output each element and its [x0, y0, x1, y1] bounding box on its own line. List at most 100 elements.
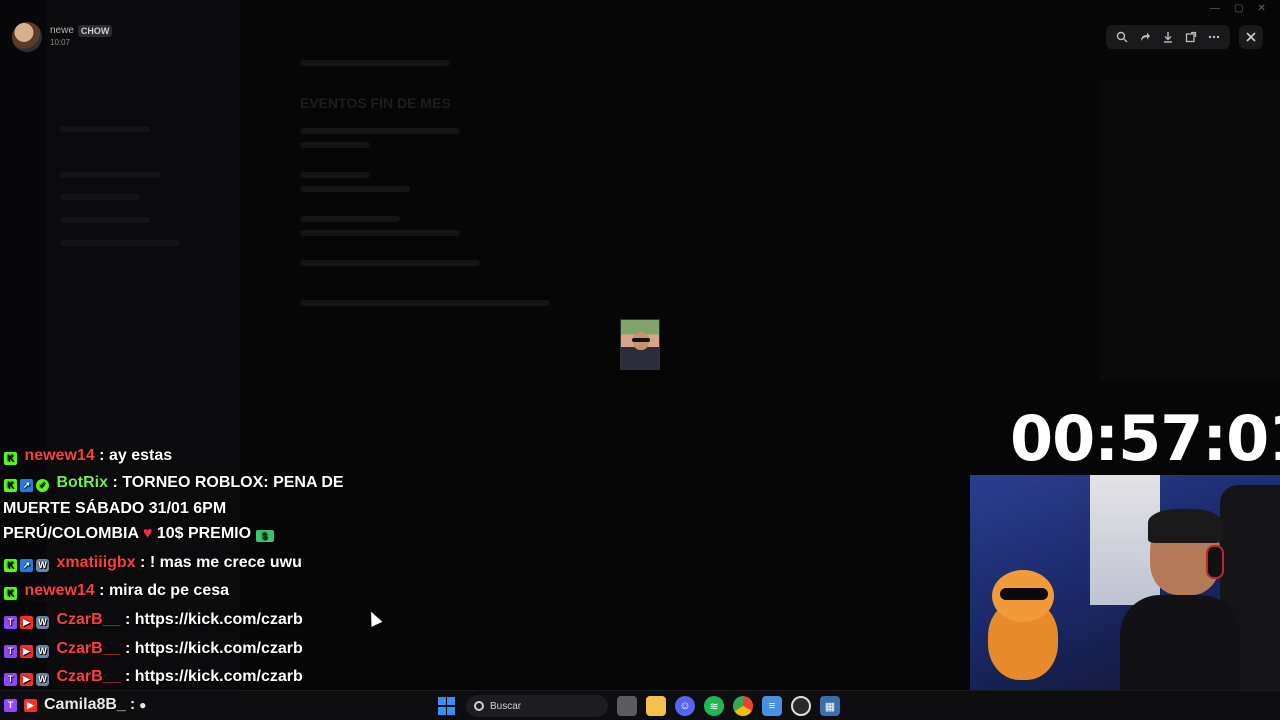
notepad-icon[interactable]: ≡ — [762, 696, 782, 716]
chat-message: K newew14 : ay estas — [4, 446, 172, 468]
dim-text-line — [300, 260, 480, 266]
window-controls[interactable]: — ▢ ✕ — [1210, 3, 1266, 14]
dim-text-line — [300, 142, 370, 148]
dim-channel-line — [60, 194, 140, 200]
verified-badge-icon: ✓ — [36, 479, 49, 492]
close-icon[interactable] — [1239, 25, 1263, 49]
chat-username: xmatiiigbx — [56, 554, 136, 571]
twitch-badge-icon: T — [4, 673, 17, 686]
streamer — [1110, 509, 1240, 690]
chat-text: : ay estas — [99, 447, 173, 464]
youtube-badge-icon: ▶ — [20, 673, 33, 686]
arrow-badge-icon: ↗ — [20, 479, 33, 492]
dim-channel-line — [60, 172, 160, 178]
chat-username: newew14 — [24, 582, 95, 599]
window-close-button[interactable]: ✕ — [1257, 3, 1265, 14]
twitch-badge-icon: T — [4, 616, 17, 629]
screen: EVENTOS FIN DE MES — ▢ ✕ newe CHOW 10:07 — [0, 0, 1280, 720]
avatar — [12, 22, 42, 52]
wolf-badge-icon: W — [36, 616, 49, 629]
dim-channel-line — [60, 126, 150, 132]
chat-text: : TORNEO ROBLOX: PENA DE — [112, 474, 344, 491]
dim-text-line — [300, 230, 460, 236]
youtube-badge-icon: ▶ — [24, 698, 37, 712]
preview-glasses — [632, 338, 650, 342]
chat-message: K ↗ ✓ BotRix : TORNEO ROBLOX: PENA DE — [4, 470, 344, 495]
dim-text-line — [300, 216, 400, 222]
chat-overlay: K newew14 : ay estas K ↗ ✓ BotRix : TORNEO… — [0, 446, 360, 690]
twitch-badge-icon: T — [4, 698, 17, 712]
headset — [1206, 545, 1224, 579]
zoom-in-icon[interactable] — [1113, 28, 1131, 46]
youtube-badge-icon: ▶ — [20, 645, 33, 658]
server-tag: CHOW — [77, 25, 113, 37]
dim-text-line — [300, 60, 450, 66]
dim-channel-line — [60, 217, 150, 223]
search-icon — [474, 701, 484, 711]
chat-text: : ! mas me crece uwu — [140, 554, 302, 571]
chat-text: 10$ PREMIO — [156, 525, 252, 542]
chat-text: : https://kick.com/czarb — [124, 611, 303, 628]
wolf-badge-icon: W — [36, 645, 49, 658]
chat-text: : https://kick.com/czarb — [124, 640, 303, 657]
twitch-badge-icon: T — [4, 645, 17, 658]
toy-glasses — [1000, 588, 1048, 600]
spotify-icon[interactable]: ≋ — [704, 696, 724, 716]
chat-text: : mira dc pe cesa — [99, 582, 230, 599]
taskbar-search[interactable]: Buscar — [466, 695, 608, 717]
dim-channel-line — [60, 240, 180, 246]
more-icon[interactable] — [1205, 28, 1223, 46]
image-viewer-header: newe CHOW 10:07 — [12, 22, 113, 52]
chat-username: CzarB__ — [56, 611, 121, 628]
chat-message: T ▶ W CzarB__ : https://kick.com/czarb — [4, 636, 303, 661]
heart-icon: ♥ — [142, 525, 153, 542]
forward-icon[interactable] — [1136, 28, 1154, 46]
arrow-badge-icon: ↗ — [20, 559, 33, 572]
viewer-author-row: newe CHOW — [50, 25, 113, 37]
kick-badge-icon: K — [4, 559, 17, 572]
chat-message-continued: MUERTE SÁBADO 31/01 6PM — [3, 500, 227, 517]
mouse-cursor-icon — [365, 609, 383, 627]
plush-toy — [980, 570, 1060, 680]
webcam-feed — [970, 475, 1280, 690]
file-explorer-icon[interactable] — [646, 696, 666, 716]
kick-badge-icon: K — [4, 587, 17, 600]
task-view-icon[interactable] — [617, 696, 637, 716]
cam-shirt — [1120, 595, 1240, 690]
chat-message-continued: PERÚ/COLOMBIA ♥ 10$ PREMIO $ — [3, 521, 274, 546]
chrome-icon[interactable] — [733, 696, 753, 716]
download-icon[interactable] — [1159, 28, 1177, 46]
timestamp: 10:07 — [50, 38, 71, 47]
chat-text: PERÚ/COLOMBIA — [3, 525, 139, 542]
dim-text-line — [300, 172, 370, 178]
kick-badge-icon: K — [4, 479, 17, 492]
chat-username: newew14 — [24, 447, 95, 464]
obs-icon[interactable] — [791, 696, 811, 716]
chat-message: K newew14 : mira dc pe cesa — [4, 578, 229, 603]
open-external-icon[interactable] — [1182, 28, 1200, 46]
image-preview[interactable] — [620, 319, 660, 370]
taskbar: T ▶ Camila8B_ : ● Buscar ☺ ≋ ≡ ▦ — [0, 690, 1280, 720]
chat-message: K ↗ W xmatiiigbx : ! mas me crece uwu — [4, 550, 302, 575]
minimize-button[interactable]: — — [1210, 3, 1220, 14]
money-icon: $ — [255, 530, 274, 542]
chat-username: CzarB__ — [56, 668, 121, 685]
dim-member-list — [1100, 80, 1280, 380]
wolf-badge-icon: W — [36, 673, 49, 686]
cam-hair — [1148, 509, 1222, 543]
taskbar-apps: Buscar ☺ ≋ ≡ ▦ — [437, 695, 840, 717]
calculator-icon[interactable]: ▦ — [820, 696, 840, 716]
chat-username: CzarB__ — [56, 640, 121, 657]
chat-message: T ▶ W CzarB__ : https://kick.com/czarb — [4, 664, 303, 689]
image-toolbar — [1106, 25, 1230, 49]
chat-message: T ▶ W CzarB__ : https://kick.com/czarb — [4, 607, 303, 632]
taskbar-left: T ▶ Camila8B_ : ● — [4, 696, 146, 714]
maximize-button[interactable]: ▢ — [1234, 3, 1243, 14]
wolf-badge-icon: W — [36, 559, 49, 572]
windows-start-icon[interactable] — [437, 696, 457, 716]
discord-icon[interactable]: ☺ — [675, 696, 695, 716]
chat-username: BotRix — [56, 474, 109, 491]
viewer-info: newe CHOW 10:07 — [50, 25, 113, 49]
author-name: newe — [50, 25, 74, 36]
kick-badge-icon: K — [4, 452, 17, 465]
